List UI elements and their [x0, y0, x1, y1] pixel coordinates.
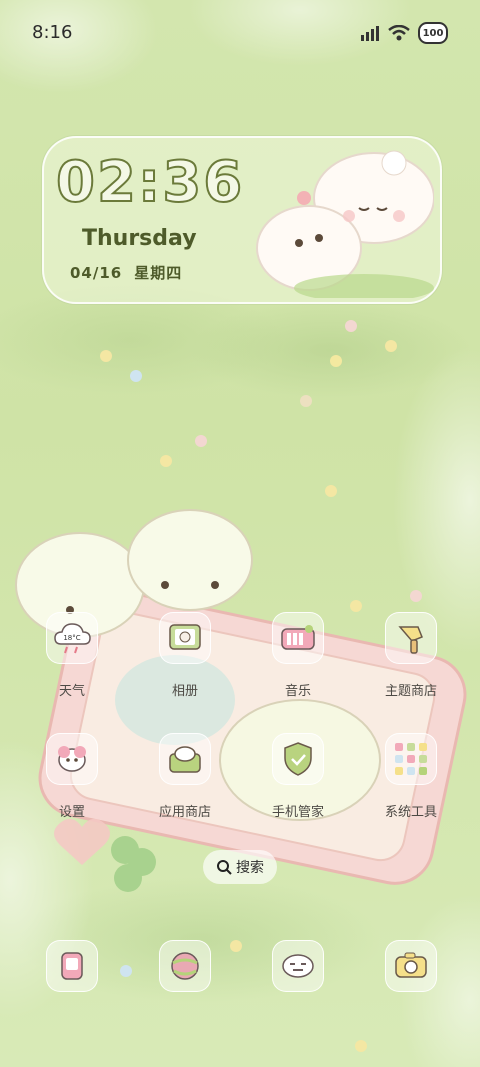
flower-decoration [160, 455, 172, 467]
flower-decoration [120, 965, 132, 977]
settings-icon[interactable] [46, 733, 98, 785]
app-theme-store[interactable]: 主题商店 [381, 612, 441, 699]
status-icons: 100 [360, 22, 448, 44]
status-time: 8:16 [32, 22, 73, 43]
flower-decoration [230, 940, 242, 952]
app-music[interactable]: 音乐 [268, 612, 328, 699]
gallery-icon[interactable] [159, 612, 211, 664]
music-icon[interactable] [272, 612, 324, 664]
bunny-illustration [256, 150, 434, 298]
flower-decoration [385, 340, 397, 352]
flower-decoration [300, 395, 312, 407]
wifi-icon [388, 25, 410, 41]
status-bar: 8:16 100 [0, 0, 480, 66]
app-app-store[interactable]: 应用商店 [155, 733, 215, 820]
clock-date-line: 04/16 星期四 [70, 262, 182, 283]
app-label: 系统工具 [384, 805, 437, 820]
browser-icon[interactable] [159, 940, 211, 992]
app-label: 应用商店 [158, 805, 211, 820]
app-label: 天气 [58, 684, 85, 699]
clock-date: 04/16 [70, 264, 123, 282]
phone-icon[interactable] [46, 940, 98, 992]
flower-decoration [325, 485, 337, 497]
flower-decoration [330, 355, 342, 367]
clock-weekday: Thursday [82, 226, 197, 251]
flower-decoration [130, 370, 142, 382]
battery-level: 100 [422, 27, 444, 39]
app-label: 设置 [58, 805, 85, 820]
app-settings[interactable]: 设置 [42, 733, 102, 820]
camera-icon[interactable] [385, 940, 437, 992]
app-weather[interactable]: 18°C 天气 [42, 612, 102, 699]
signal-icon [361, 26, 379, 41]
system-tools-folder-icon[interactable] [385, 733, 437, 785]
clock-time: 02:36 [55, 149, 245, 216]
flower-decoration [195, 435, 207, 447]
dock-phone[interactable] [42, 940, 102, 992]
app-gallery[interactable]: 相册 [155, 612, 215, 699]
app-phone-manager[interactable]: 手机管家 [268, 733, 328, 820]
app-label: 相册 [171, 684, 198, 699]
battery-icon: 100 [418, 22, 448, 44]
dock-camera[interactable] [381, 940, 441, 992]
weather-temp: 18°C [63, 634, 80, 642]
clock-widget[interactable]: 02:36 Thursday 04/16 星期四 [42, 136, 442, 304]
app-store-icon[interactable] [159, 733, 211, 785]
weather-icon[interactable]: 18°C [46, 612, 98, 664]
app-system-tools[interactable]: 系统工具 [381, 733, 441, 820]
app-label: 音乐 [284, 684, 311, 699]
flower-decoration [100, 350, 112, 362]
search-button[interactable]: 搜索 [203, 850, 277, 884]
flower-decoration [355, 1040, 367, 1052]
theme-store-icon[interactable] [385, 612, 437, 664]
app-label: 主题商店 [384, 684, 437, 699]
clock-weekday-cn: 星期四 [134, 264, 183, 282]
messages-icon[interactable] [272, 940, 324, 992]
search-icon [217, 860, 232, 875]
app-label: 手机管家 [271, 805, 324, 820]
search-label: 搜索 [236, 860, 264, 876]
dock-browser[interactable] [155, 940, 215, 992]
dock-messages[interactable] [268, 940, 328, 992]
phone-manager-icon[interactable] [272, 733, 324, 785]
flower-decoration [345, 320, 357, 332]
